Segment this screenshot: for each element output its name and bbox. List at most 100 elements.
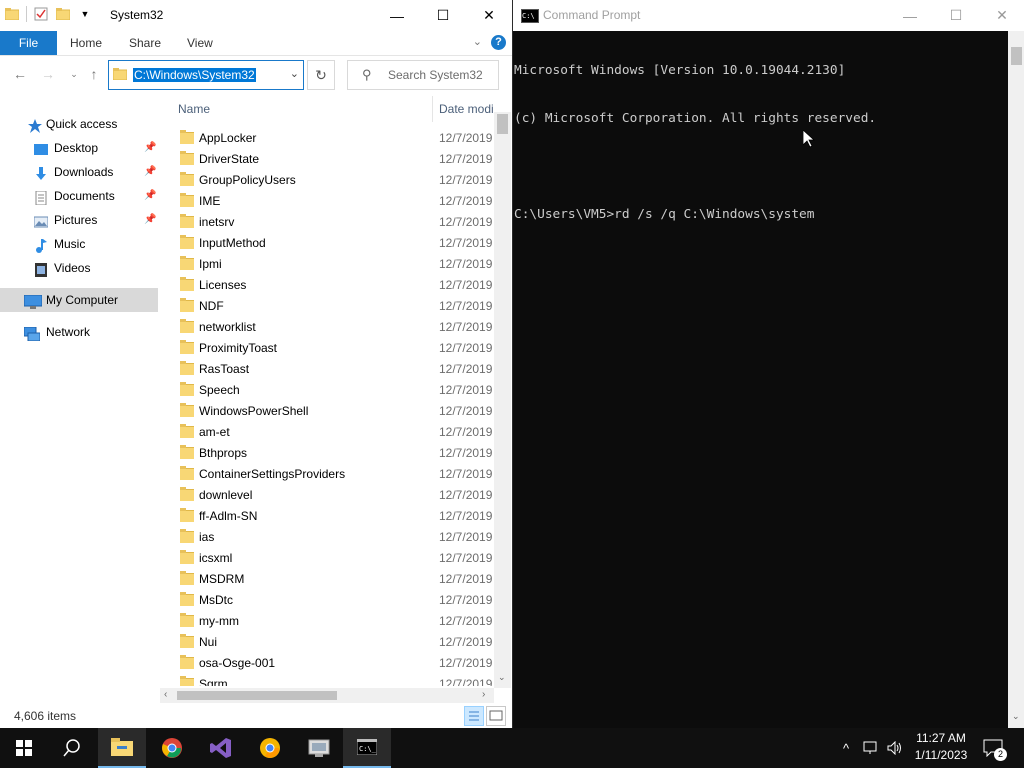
list-item[interactable]: Nui 12/7/2019 (160, 632, 494, 653)
notification-center-icon[interactable]: 2 (978, 728, 1008, 768)
list-item[interactable]: RasToast 12/7/2019 (160, 359, 494, 380)
minimize-button[interactable]: — (887, 0, 933, 31)
address-text[interactable]: C:\Windows\System32 (133, 68, 256, 82)
vertical-scrollbar[interactable]: ⌄ (1008, 31, 1024, 728)
maximize-button[interactable]: ☐ (933, 0, 979, 31)
file-name: MsDtc (199, 593, 233, 607)
refresh-icon[interactable]: ↻ (307, 60, 335, 90)
customize-toolbar-dropdown-icon[interactable]: ▼ (77, 6, 93, 22)
help-icon[interactable]: ? (491, 35, 506, 50)
chrome-canary-icon[interactable] (246, 728, 294, 768)
properties-icon[interactable] (33, 6, 49, 22)
nav-item-music[interactable]: Music (0, 232, 158, 256)
forward-arrow-icon[interactable]: → (38, 64, 58, 84)
scrollbar-thumb[interactable] (1011, 47, 1022, 65)
list-item[interactable]: NDF 12/7/2019 (160, 296, 494, 317)
console-input-line[interactable]: C:\Users\VM5>rd /s /q C:\Windows\system (514, 207, 1006, 223)
list-item[interactable]: AppLocker 12/7/2019 (160, 128, 494, 149)
list-item[interactable]: InputMethod 12/7/2019 (160, 233, 494, 254)
volume-icon[interactable] (884, 728, 906, 768)
new-folder-icon[interactable] (55, 6, 71, 22)
folder-icon (180, 340, 194, 354)
scrollbar-thumb[interactable] (497, 114, 508, 134)
list-item[interactable]: am-et 12/7/2019 (160, 422, 494, 443)
show-hidden-icons-chevron-icon[interactable]: ^ (836, 728, 856, 768)
list-item[interactable]: osa-Osge-001 12/7/2019 (160, 653, 494, 674)
minimize-button[interactable]: — (374, 0, 420, 31)
clock[interactable]: 11:27 AM 1/11/2023 (906, 730, 976, 764)
column-divider[interactable] (432, 96, 433, 122)
file-explorer-icon[interactable] (98, 728, 146, 768)
list-item[interactable]: WindowsPowerShell 12/7/2019 (160, 401, 494, 422)
scroll-left-arrow-icon[interactable]: ‹ (164, 689, 167, 700)
list-item[interactable]: Speech 12/7/2019 (160, 380, 494, 401)
cmd-titlebar[interactable]: C:\ Command Prompt — ☐ ✕ (513, 0, 1024, 31)
list-item[interactable]: ff-Adlm-SN 12/7/2019 (160, 506, 494, 527)
details-view-icon[interactable] (464, 706, 484, 726)
column-header-name[interactable]: Name (178, 102, 210, 116)
close-button[interactable]: ✕ (466, 0, 512, 31)
file-name: IME (199, 194, 221, 208)
list-item[interactable]: Ipmi 12/7/2019 (160, 254, 494, 275)
start-icon[interactable] (0, 728, 48, 768)
list-item[interactable]: ias 12/7/2019 (160, 527, 494, 548)
large-icons-view-icon[interactable] (486, 706, 506, 726)
visual-studio-icon[interactable] (197, 728, 245, 768)
maximize-button[interactable]: ☐ (420, 0, 466, 31)
horizontal-scrollbar[interactable]: ‹ › (160, 688, 494, 703)
list-item[interactable]: ProximityToast 12/7/2019 (160, 338, 494, 359)
nav-item-pictures[interactable]: Pictures 📌 (0, 208, 158, 232)
list-item[interactable]: MSDRM 12/7/2019 (160, 569, 494, 590)
nav-item-documents[interactable]: Documents 📌 (0, 184, 158, 208)
console-output[interactable]: Microsoft Windows [Version 10.0.19044.21… (514, 31, 1006, 721)
search-box[interactable]: ⚲ Search System32 (347, 60, 499, 90)
nav-item-network[interactable]: Network (0, 320, 158, 344)
nav-item-videos[interactable]: Videos (0, 256, 158, 280)
address-dropdown-chevron-icon[interactable]: ⌄ (290, 67, 299, 80)
recent-locations-chevron-icon[interactable]: ⌄ (64, 64, 84, 84)
list-item[interactable]: inetsrv 12/7/2019 (160, 212, 494, 233)
nav-item-downloads[interactable]: Downloads 📌 (0, 160, 158, 184)
nav-item-my-computer[interactable]: My Computer (0, 288, 158, 312)
cmd-icon[interactable]: C:\_ (343, 728, 391, 768)
list-item[interactable]: networklist 12/7/2019 (160, 317, 494, 338)
address-bar[interactable]: C:\Windows\System32 ⌄ (108, 60, 304, 90)
folder-icon (180, 487, 194, 501)
list-item[interactable]: IME 12/7/2019 (160, 191, 494, 212)
vertical-scrollbar[interactable]: ⌄ (494, 112, 511, 688)
list-item[interactable]: MsDtc 12/7/2019 (160, 590, 494, 611)
folder-icon (180, 592, 194, 606)
scroll-down-arrow-icon[interactable]: ⌄ (1012, 711, 1020, 722)
up-arrow-icon[interactable]: ↑ (84, 64, 104, 84)
list-item[interactable]: downlevel 12/7/2019 (160, 485, 494, 506)
list-item[interactable]: Sgrm 12/7/2019 (160, 674, 494, 686)
explorer-titlebar[interactable]: ▼ System32 — ☐ ✕ (0, 0, 512, 31)
scrollbar-thumb[interactable] (177, 691, 337, 700)
search-icon[interactable] (48, 728, 96, 768)
back-arrow-icon[interactable]: ← (10, 64, 30, 84)
column-header-date[interactable]: Date modi (439, 102, 494, 116)
chrome-icon[interactable] (148, 728, 196, 768)
list-item[interactable]: Bthprops 12/7/2019 (160, 443, 494, 464)
list-item[interactable]: ContainerSettingsProviders 12/7/2019 (160, 464, 494, 485)
tab-home[interactable]: Home (56, 31, 116, 55)
list-item[interactable]: Licenses 12/7/2019 (160, 275, 494, 296)
expand-ribbon-chevron-icon[interactable]: ⌄ (473, 35, 482, 48)
nav-label: Pictures (54, 213, 98, 227)
tab-view[interactable]: View (173, 31, 227, 55)
network-app-icon[interactable] (295, 728, 343, 768)
nav-item-desktop[interactable]: Desktop 📌 (0, 136, 158, 160)
tab-file[interactable]: File (0, 31, 57, 55)
list-item[interactable]: icsxml 12/7/2019 (160, 548, 494, 569)
search-input[interactable]: Search System32 (388, 68, 483, 82)
nav-item-quick-access[interactable]: Quick access (0, 112, 158, 136)
list-item[interactable]: GroupPolicyUsers 12/7/2019 (160, 170, 494, 191)
close-button[interactable]: ✕ (979, 0, 1024, 31)
scroll-right-arrow-icon[interactable]: › (482, 689, 485, 700)
tab-share[interactable]: Share (115, 31, 175, 55)
list-item[interactable]: DriverState 12/7/2019 (160, 149, 494, 170)
list-item[interactable]: my-mm 12/7/2019 (160, 611, 494, 632)
file-name: ProximityToast (199, 341, 278, 355)
network-status-icon[interactable] (860, 728, 882, 768)
scroll-down-arrow-icon[interactable]: ⌄ (498, 672, 506, 683)
